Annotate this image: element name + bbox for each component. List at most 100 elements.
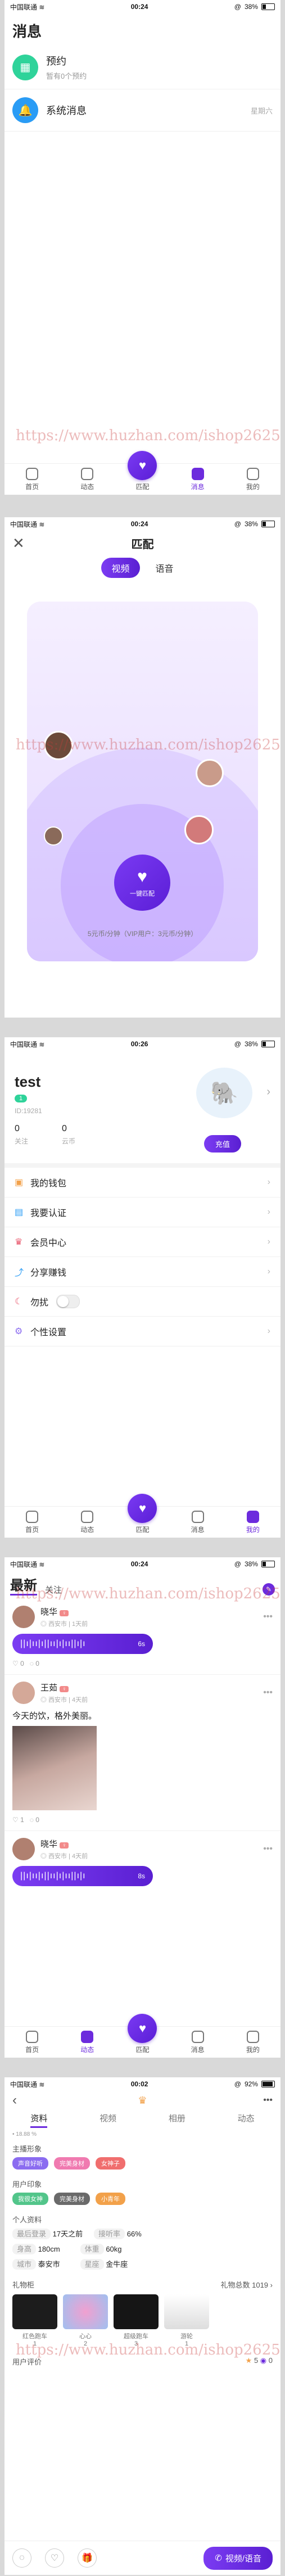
status-bar: 中国联通 ≋ 00:24 @ 38% [4, 0, 281, 13]
call-button[interactable]: ✆ 视频/语音 [203, 2546, 273, 2570]
tab-mine[interactable]: 我的 [236, 468, 270, 491]
post-card: 晓华 ♀ ◎ 西安市 | 1天前 ••• ||ı|ıı|ı||ıı|ı|ıı||… [4, 1599, 281, 1675]
gift-icon[interactable]: 🎁 [78, 2548, 97, 2568]
bottom-action-bar: ◌ ♡ 🎁 ✆ 视频/语音 [4, 2541, 281, 2575]
match-button[interactable]: ♥ 一键匹配 [114, 855, 170, 911]
heart-icon: ♥ [128, 1494, 157, 1523]
like-icon[interactable]: ♡ [12, 1660, 19, 1667]
tab-message[interactable]: 消息 [181, 2031, 215, 2054]
tab-home[interactable]: 首页 [15, 1511, 49, 1534]
waveform-icon: ||ı|ıı|ı||ıı|ı|ıı||ı|ı [20, 1639, 86, 1648]
segment-voice[interactable]: 语音 [146, 558, 184, 578]
segment-control: 视频 语音 [4, 558, 281, 578]
comment-icon[interactable]: ◌ [30, 1816, 34, 1824]
chevron-right-icon: › [266, 1086, 270, 1098]
watermark: https://www.huzhan.com/ishop26250 [16, 736, 281, 753]
gifts-total[interactable]: 礼物总数 1019 › [221, 2279, 273, 2290]
tab-feed[interactable]: 动态 [70, 1511, 104, 1534]
feed-screen: 中国联通 ≋ 00:24 @ 38% 最新 关注 ✎ 晓华 ♀ ◎ 西安市 | … [4, 1557, 281, 2058]
post-author: 晓华 [40, 1607, 58, 1617]
chat-icon[interactable]: ◌ [12, 2548, 31, 2568]
tab-info[interactable]: 资料 [30, 2112, 48, 2128]
menu-item-settings[interactable]: ⚙ 个性设置 › [4, 1317, 281, 1346]
avatar[interactable] [12, 1682, 35, 1704]
close-icon[interactable]: ✕ [12, 535, 25, 552]
tab-mine[interactable]: 我的 [236, 1511, 270, 1534]
tab-video[interactable]: 视频 [99, 2112, 116, 2128]
person-icon [246, 1511, 259, 1523]
more-icon[interactable]: ••• [263, 2095, 273, 2105]
more-icon[interactable]: ••• [263, 1844, 273, 1854]
tab-match[interactable]: ♥ 匹配 [125, 1494, 159, 1534]
like-icon[interactable]: ♡ [12, 1816, 19, 1824]
tab-message[interactable]: 消息 [181, 468, 215, 491]
detail-tabs: 资料 视频 相册 动态 [4, 2110, 281, 2130]
tab-message[interactable]: 消息 [181, 1511, 215, 1534]
list-item-title: 预约 [46, 56, 66, 67]
tab-feed[interactable]: 动态 [70, 468, 104, 491]
gender-badge: ♀ [60, 1686, 69, 1692]
more-icon[interactable]: ••• [263, 1688, 273, 1698]
tab-posts[interactable]: 动态 [238, 2112, 255, 2128]
tag: 声音好听 [12, 2157, 48, 2170]
message-icon [191, 2031, 204, 2043]
profile-header[interactable]: test 1 ID:19281 🐘 › 0 关注 0 云币 充值 [4, 1051, 281, 1163]
page-title: 消息 [12, 23, 42, 40]
menu-item-wallet[interactable]: ▣ 我的钱包 › [4, 1163, 281, 1197]
menu-item-vip[interactable]: ♛ 会员中心 › [4, 1227, 281, 1257]
anchor-tags: 声音好听 完美身材 女神子 [4, 2157, 281, 2170]
gift-cabinet: 红色跑车 1 心心 2 超级跑车 3 游轮 1 [4, 2294, 281, 2347]
segment-video[interactable]: 视频 [101, 558, 140, 578]
status-bar: 中国联通 ≋ 00:24 @ 38% [4, 517, 281, 531]
tab-bar: 首页 动态 ♥ 匹配 消息 我的 [4, 1494, 281, 1538]
tab-home[interactable]: 首页 [15, 468, 49, 491]
avatar: 🐘 [196, 1068, 252, 1118]
location-icon: ◎ [40, 1853, 47, 1860]
message-icon [191, 1511, 204, 1523]
feed-icon [81, 2031, 94, 2043]
crown-icon: ♛ [138, 2094, 147, 2106]
menu-item-verify[interactable]: ▤ 我要认证 › [4, 1197, 281, 1227]
anchor-detail-screen: 中国联通 ≋ 00:02 @ 92% ‹ ♛ ••• 资料 视频 相册 动态 •… [4, 2077, 281, 2575]
profile-screen: 中国联通 ≋ 00:26 @ 38% test 1 ID:19281 🐘 › 0… [4, 1037, 281, 1538]
list-item-reservation[interactable]: ▦ 预约 暂有0个预约 [4, 46, 281, 89]
status-bar: 中国联通 ≋ 00:26 @ 38% [4, 1037, 281, 1051]
tab-match[interactable]: ♥ 匹配 [125, 451, 159, 491]
avatar[interactable] [12, 1606, 35, 1628]
post-image[interactable] [12, 1726, 97, 1810]
home-icon [26, 1511, 39, 1523]
post-author: 晓华 [40, 1840, 58, 1849]
tab-match[interactable]: ♥ 匹配 [125, 2014, 159, 2054]
tab-album[interactable]: 相册 [169, 2112, 186, 2128]
watermark: https://www.huzhan.com/ishop26250 [16, 1585, 281, 1602]
list-item-system[interactable]: 🔔 系统消息 星期六 [4, 89, 281, 132]
heart-outline-icon[interactable]: ♡ [45, 2548, 64, 2568]
heart-icon: ♥ [128, 2014, 157, 2043]
follow-count: 0 [15, 1124, 20, 1133]
tab-mine[interactable]: 我的 [236, 2031, 270, 2054]
audio-player[interactable]: ||ı|ıı|ı||ıı|ı|ıı||ı|ı 6s [12, 1634, 153, 1654]
tab-bar: 首页 动态 ♥ 匹配 消息 我的 [4, 2014, 281, 2058]
tab-feed[interactable]: 动态 [70, 2031, 104, 2054]
info-grid: 最后登录 17天之前 接听率 66% 身高 180cm 体重 60kg 城市 泰… [4, 2228, 281, 2270]
tab-home[interactable]: 首页 [15, 2031, 49, 2054]
audio-player[interactable]: ||ı|ıı|ı||ıı|ı|ıı||ı|ı 8s [12, 1866, 153, 1886]
avatar[interactable] [12, 1838, 35, 1860]
back-icon[interactable]: ‹ [12, 2093, 17, 2108]
dnd-toggle[interactable] [56, 1295, 80, 1308]
home-icon [26, 468, 39, 480]
post-card: 晓华 ♀ ◎ 西安市 | 4天前 ••• ||ı|ıı|ı||ıı|ı|ıı||… [4, 1831, 281, 1893]
watermark: https://www.huzhan.com/ishop26250 [16, 427, 281, 444]
bell-icon: 🔔 [12, 97, 38, 123]
avatar [44, 826, 63, 846]
coin-label: 云币 [62, 1137, 76, 1145]
menu-item-share[interactable]: ⤴ 分享赚钱 › [4, 1257, 281, 1287]
more-icon[interactable]: ••• [263, 1612, 273, 1622]
person-icon [246, 2031, 259, 2043]
gender-badge: ♀ [60, 1610, 69, 1616]
comment-icon[interactable]: ◌ [30, 1660, 34, 1667]
recharge-button[interactable]: 充值 [203, 1135, 241, 1153]
tag: 我很女神 [12, 2193, 48, 2205]
chevron-right-icon: › [267, 1326, 270, 1336]
gender-badge: ♀ [60, 1842, 69, 1849]
